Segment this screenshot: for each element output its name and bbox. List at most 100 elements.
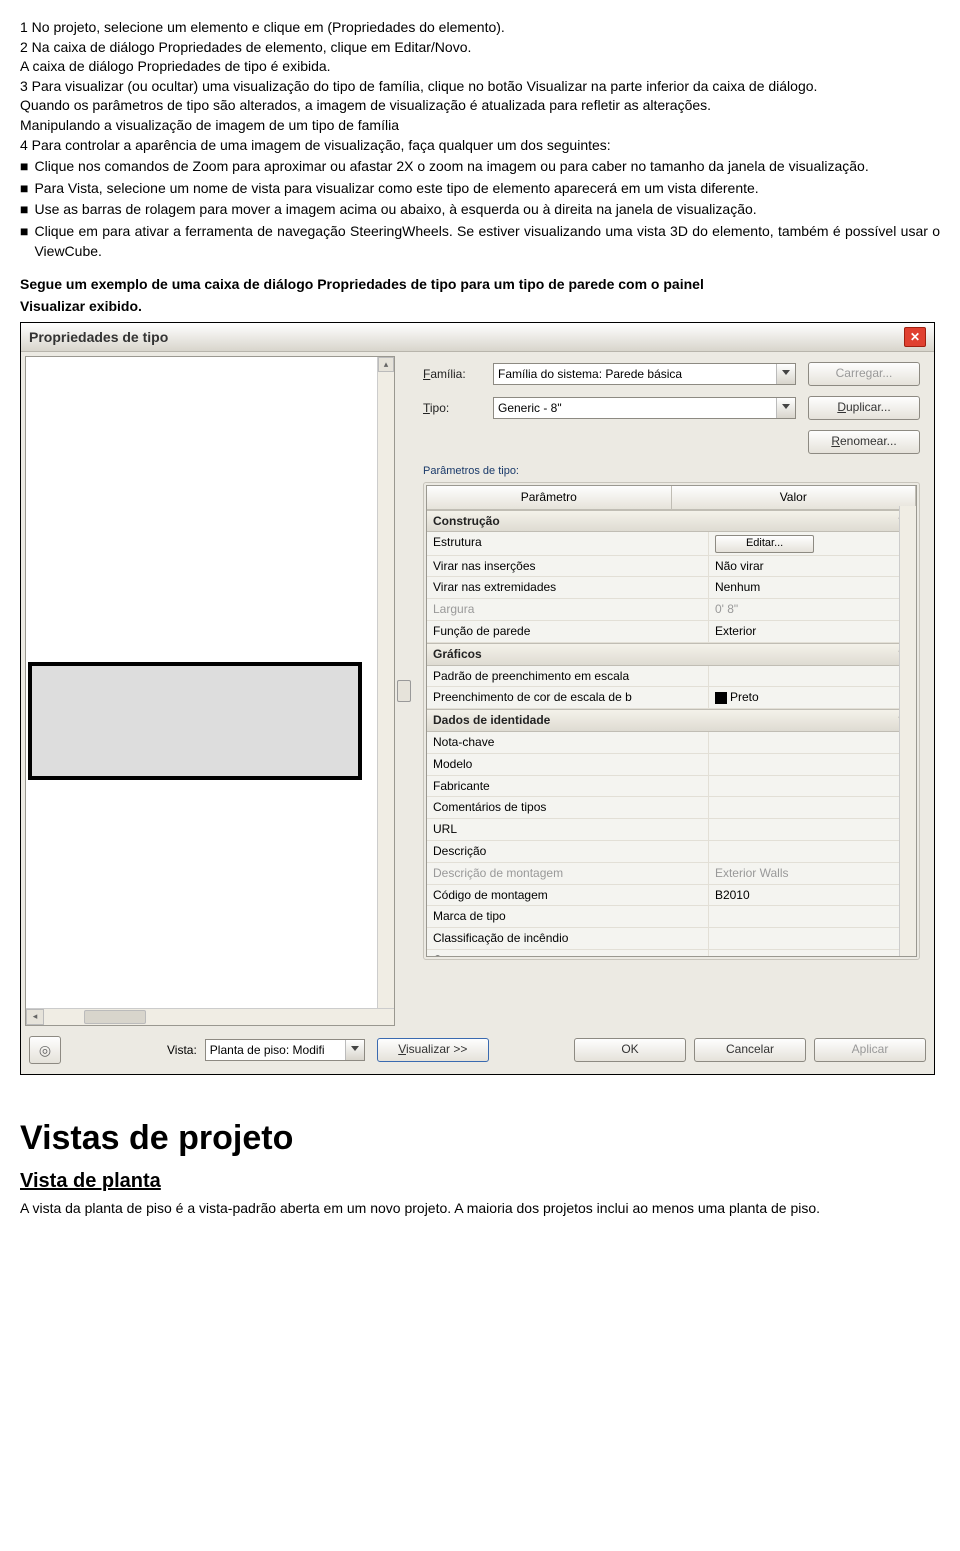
wheel-icon: ◎ — [39, 1041, 51, 1061]
bullet-vista: ■ Para Vista, selecione um nome de vista… — [20, 179, 940, 199]
ok-button[interactable]: OK — [574, 1038, 686, 1062]
section-header[interactable]: Construção⌄ — [427, 510, 916, 533]
param-value[interactable] — [709, 819, 916, 840]
param-value[interactable]: B2010 — [709, 885, 916, 906]
param-value[interactable] — [709, 754, 916, 775]
section-header[interactable]: Gráficos⌄ — [427, 643, 916, 666]
cancelar-button[interactable]: Cancelar — [694, 1038, 806, 1062]
col-parametro: Parâmetro — [427, 486, 672, 509]
footer-text: A vista da planta de piso é a vista-padr… — [20, 1199, 940, 1219]
preview-hscrollbar[interactable]: ◂ — [26, 1008, 394, 1025]
chevron-down-icon — [782, 404, 790, 409]
instruction-step-3b: Quando os parâmetros de tipo são alterad… — [20, 96, 940, 116]
table-row[interactable]: Classificação de incêndio — [427, 928, 916, 950]
duplicar-button[interactable]: Duplicar... — [808, 396, 920, 420]
table-row[interactable]: Função de paredeExterior — [427, 621, 916, 643]
param-name: Fabricante — [427, 776, 709, 797]
preview-vscrollbar[interactable] — [377, 357, 394, 1009]
table-row[interactable]: Descrição de montagemExterior Walls — [427, 863, 916, 885]
bullet-zoom: ■ Clique nos comandos de Zoom para aprox… — [20, 157, 940, 177]
example-caption-1: Segue um exemplo de uma caixa de diálogo… — [20, 275, 940, 295]
param-name: Largura — [427, 599, 709, 620]
table-row[interactable]: Comentários de tipos — [427, 797, 916, 819]
param-value[interactable]: Exterior — [709, 621, 916, 642]
section-header[interactable]: Dados de identidade⌄ — [427, 709, 916, 732]
param-name: Descrição — [427, 841, 709, 862]
chevron-down-icon — [351, 1046, 359, 1051]
splitter-icon — [397, 680, 411, 702]
param-name: Estrutura — [427, 532, 709, 554]
instruction-manip-title: Manipulando a visualização de imagem de … — [20, 116, 940, 136]
table-row[interactable]: Preenchimento de cor de escala de bPreto — [427, 687, 916, 709]
carregar-button[interactable]: Carregar... — [808, 362, 920, 386]
table-row[interactable]: Fabricante — [427, 776, 916, 798]
param-name: Custo — [427, 950, 709, 957]
preview-wall-section — [28, 662, 362, 780]
instruction-step-3: 3 Para visualizar (ou ocultar) uma visua… — [20, 77, 940, 97]
instruction-step-4: 4 Para controlar a aparência de uma imag… — [20, 136, 940, 156]
param-value[interactable]: 0' 8" — [709, 599, 916, 620]
familia-dropdown[interactable]: Família do sistema: Parede básica — [493, 363, 796, 385]
splitter-handle[interactable] — [395, 356, 413, 1026]
tipo-dropdown[interactable]: Generic - 8" — [493, 397, 796, 419]
table-row[interactable]: Padrão de preenchimento em escala — [427, 666, 916, 688]
navigation-wheel-button[interactable]: ◎ — [29, 1036, 61, 1064]
edit-button[interactable]: Editar... — [715, 535, 814, 552]
familia-value: Família do sistema: Parede básica — [498, 366, 682, 383]
param-value[interactable] — [709, 797, 916, 818]
color-swatch — [715, 692, 727, 704]
param-value[interactable]: Editar... — [709, 532, 916, 554]
bullet-zoom-text: Clique nos comandos de Zoom para aproxim… — [34, 157, 868, 177]
dialog-propriedades-de-tipo: Propriedades de tipo ✕ ◂ Família: Famíli… — [20, 322, 935, 1075]
grid-vscrollbar[interactable] — [899, 506, 916, 956]
subsection-link-vista-de-planta: Vista de planta — [20, 1167, 940, 1195]
table-row[interactable]: Descrição — [427, 841, 916, 863]
aplicar-button[interactable]: Aplicar — [814, 1038, 926, 1062]
bullet-scroll-text: Use as barras de rolagem para mover a im… — [34, 200, 756, 220]
param-value[interactable] — [709, 841, 916, 862]
table-row[interactable]: Custo — [427, 950, 916, 957]
param-value[interactable]: Não virar — [709, 556, 916, 577]
table-row[interactable]: URL — [427, 819, 916, 841]
param-value[interactable] — [709, 732, 916, 753]
table-row[interactable]: Largura0' 8" — [427, 599, 916, 621]
visualizar-button[interactable]: Visualizar >> — [377, 1038, 489, 1062]
bullet-square-icon: ■ — [20, 157, 28, 177]
table-row[interactable]: Virar nas inserçõesNão virar — [427, 556, 916, 578]
param-value[interactable]: Exterior Walls — [709, 863, 916, 884]
bullet-square-icon: ■ — [20, 200, 28, 220]
vista-value: Planta de piso: Modifi — [210, 1042, 325, 1059]
bullet-square-icon: ■ — [20, 222, 28, 242]
param-name: Virar nas inserções — [427, 556, 709, 577]
table-row[interactable]: Modelo — [427, 754, 916, 776]
instruction-step-2b: A caixa de diálogo Propriedades de tipo … — [20, 57, 940, 77]
param-name: Preenchimento de cor de escala de b — [427, 687, 709, 708]
instruction-step-1: 1 No projeto, selecione um elemento e cl… — [20, 18, 940, 38]
param-value[interactable] — [709, 906, 916, 927]
section-heading-vistas: Vistas de projeto — [20, 1115, 940, 1163]
parameters-grid: Parâmetro Valor Construção⌄EstruturaEdit… — [426, 485, 917, 957]
bullet-vista-text: Para Vista, selecione um nome de vista p… — [34, 179, 758, 199]
close-button[interactable]: ✕ — [904, 327, 926, 347]
table-row[interactable]: Marca de tipo — [427, 906, 916, 928]
param-name: Padrão de preenchimento em escala — [427, 666, 709, 687]
instruction-step-2: 2 Na caixa de diálogo Propriedades de el… — [20, 38, 940, 58]
param-name: Função de parede — [427, 621, 709, 642]
param-value[interactable] — [709, 928, 916, 949]
param-name: Modelo — [427, 754, 709, 775]
scroll-thumb[interactable] — [84, 1010, 146, 1024]
table-row[interactable]: Código de montagemB2010 — [427, 885, 916, 907]
vista-dropdown[interactable]: Planta de piso: Modifi — [205, 1039, 365, 1061]
param-name: Descrição de montagem — [427, 863, 709, 884]
param-value[interactable] — [709, 950, 916, 957]
param-value[interactable] — [709, 776, 916, 797]
renomear-button[interactable]: Renomear... — [808, 430, 920, 454]
param-value[interactable] — [709, 666, 916, 687]
table-row[interactable]: Estrutura Editar... — [427, 532, 916, 555]
table-row[interactable]: Nota-chave — [427, 732, 916, 754]
scroll-left-icon[interactable]: ◂ — [26, 1009, 44, 1025]
param-value[interactable]: Nenhum — [709, 577, 916, 598]
bullet-steering-text: Clique em para ativar a ferramenta de na… — [34, 222, 940, 261]
param-value[interactable]: Preto — [709, 687, 916, 708]
table-row[interactable]: Virar nas extremidadesNenhum — [427, 577, 916, 599]
